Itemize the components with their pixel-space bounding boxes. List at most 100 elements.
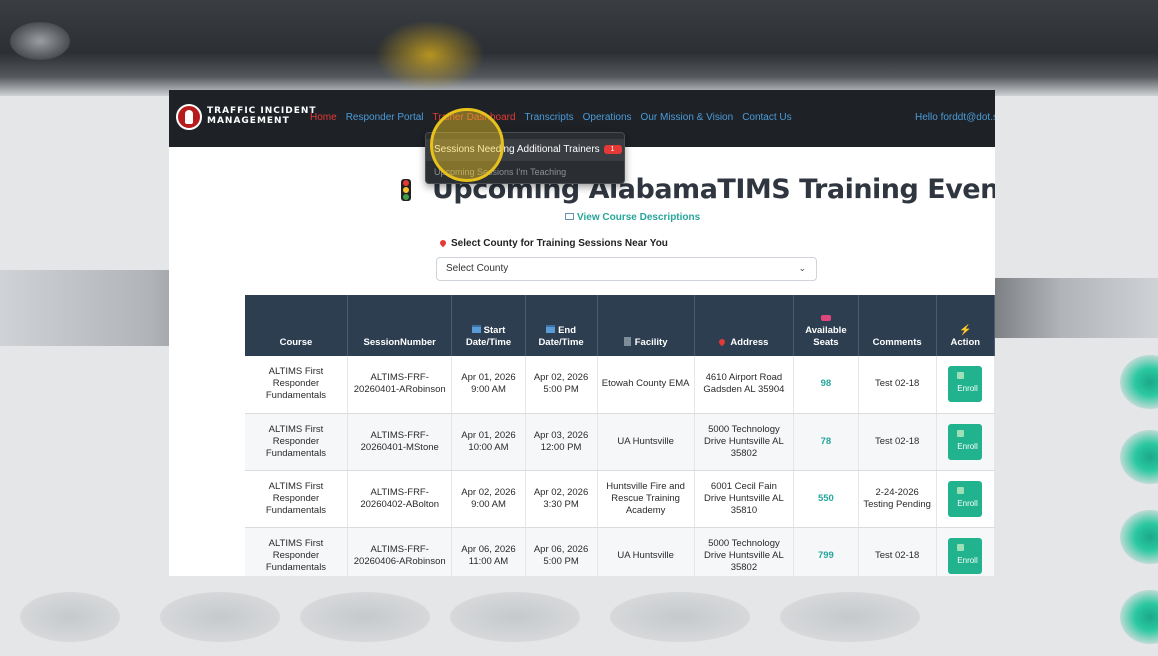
end-time: 3:30 PM [543,498,579,510]
table-row: ALTIMS First Responder Fundamentals ALTI… [245,527,995,576]
nav-home[interactable]: Home [310,112,337,123]
end-date: Apr 02, 2026 [533,486,589,498]
table-row: ALTIMS First Responder Fundamentals ALTI… [245,356,995,414]
brand-line-2: MANAGEMENT [207,116,290,126]
col-facility-label: Facility [634,337,668,348]
county-select[interactable]: Select County ⌄ [436,257,817,281]
enroll-button[interactable]: Enroll [948,480,983,517]
col-course[interactable]: Course [245,295,348,356]
backdrop-green-blob [1120,510,1158,564]
backdrop-blob [10,22,70,60]
cell-facility: UA Huntsville [597,413,695,471]
backdrop-bottom-blob [780,592,920,642]
enroll-label: Enroll [957,555,978,565]
backdrop-green-blob [1120,590,1158,644]
backdrop-band-right [995,278,1158,338]
backdrop-bottom-blob [20,592,120,642]
nav-responder-portal[interactable]: Responder Portal [346,112,424,123]
checkmark-icon [957,372,965,380]
brand-line-1: TRAFFIC INCIDENT [207,106,317,116]
col-facility[interactable]: Facility [597,295,695,356]
col-end[interactable]: End Date/Time [525,295,598,356]
cell-end: Apr 06, 2026 5:00 PM [525,527,598,576]
cell-action: Enroll [936,413,995,471]
select-label-text: Select County for Training Sessions Near… [451,238,668,249]
county-select-value: Select County [446,263,509,274]
end-date: Apr 06, 2026 [533,543,589,555]
cell-comments: Test 02-18 [858,527,937,576]
start-time: 9:00 AM [471,498,506,510]
nav-contact-us[interactable]: Contact Us [742,112,791,123]
enroll-label: Enroll [957,384,978,394]
nav-transcripts[interactable]: Transcripts [525,112,574,123]
cell-start: Apr 01, 2026 10:00 AM [451,413,526,471]
col-end-b: Date/Time [538,337,584,348]
book-icon [565,213,574,220]
cell-seats: 799 [793,527,859,576]
calendar-icon [546,325,556,333]
seat-icon [820,315,831,321]
checkmark-icon [957,486,965,494]
user-greeting[interactable]: Hello forddt@dot.st [915,112,995,123]
enroll-button[interactable]: Enroll [948,423,983,460]
nav-mission-vision[interactable]: Our Mission & Vision [641,112,734,123]
session-prefix: ALTIMS-FRF- [370,543,429,555]
start-time: 9:00 AM [471,384,506,396]
table-row: ALTIMS First Responder Fundamentals ALTI… [245,470,995,528]
enroll-button[interactable]: Enroll [948,537,983,574]
enroll-label: Enroll [957,441,978,451]
cell-comments: Test 02-18 [858,356,937,414]
cell-comments: 2-24-2026 Testing Pending [858,470,937,528]
tim-logo-icon[interactable] [176,104,202,130]
end-date: Apr 02, 2026 [533,372,589,384]
session-prefix: ALTIMS-FRF- [370,429,429,441]
col-address[interactable]: Address [694,295,795,356]
col-address-label: Address [730,337,769,348]
session-prefix: ALTIMS-FRF- [370,372,429,384]
end-date: Apr 03, 2026 [533,429,589,441]
col-start-b: Date/Time [465,337,512,348]
col-comments[interactable]: Comments [858,295,937,356]
col-session-number[interactable]: SessionNumber [347,295,453,356]
cell-start: Apr 02, 2026 9:00 AM [451,470,526,528]
cell-session: ALTIMS-FRF- 20260401-MStone [347,413,453,471]
col-end-a: End [558,325,577,336]
cell-session: ALTIMS-FRF- 20260402-ABolton [347,470,453,528]
backdrop-green-blob [1120,430,1158,484]
checkmark-icon [957,543,965,551]
cell-end: Apr 02, 2026 5:00 PM [525,356,598,414]
col-action[interactable]: ⚡ Action [936,295,995,356]
enroll-button[interactable]: Enroll [948,366,983,403]
view-course-descriptions-link[interactable]: View Course Descriptions [565,212,700,223]
start-date: Apr 02, 2026 [461,486,516,498]
cell-action: Enroll [936,470,995,528]
col-seats[interactable]: Available Seats [793,295,859,356]
checkmark-icon [957,429,965,437]
cell-end: Apr 03, 2026 12:00 PM [525,413,598,471]
cell-comments: Test 02-18 [858,413,937,471]
nav-links: Home Responder Portal Trainer Dashboard … [310,112,801,123]
col-seats-a: Available [805,325,847,336]
col-action-label: Action [950,337,981,348]
cell-start: Apr 06, 2026 11:00 AM [451,527,526,576]
map-pin-icon [438,238,448,248]
chevron-down-icon: ⌄ [798,263,806,273]
session-suffix: 20260401-MStone [360,441,439,453]
backdrop-bottom-blob [450,592,580,642]
cell-address: 5000 Technology Drive Huntsville AL 3580… [694,527,795,576]
view-descriptions-label: View Course Descriptions [577,212,701,223]
col-seats-b: Seats [813,337,839,348]
cell-session: ALTIMS-FRF- 20260401-ARobinson [347,356,453,414]
cell-facility: Etowah County EMA [597,356,695,414]
col-start[interactable]: Start Date/Time [451,295,526,356]
end-time: 12:00 PM [540,441,582,453]
map-pin-icon [718,337,727,347]
cell-course: ALTIMS First Responder Fundamentals [245,356,348,414]
backdrop-highlight [375,20,485,90]
backdrop-bottom-blob [160,592,280,642]
backdrop-bottom-blob [300,592,430,642]
brand-name[interactable]: TRAFFIC INCIDENT MANAGEMENT [207,106,317,126]
nav-operations[interactable]: Operations [583,112,632,123]
cell-address: 5000 Technology Drive Huntsville AL 3580… [694,413,795,471]
cell-seats: 98 [793,356,859,414]
